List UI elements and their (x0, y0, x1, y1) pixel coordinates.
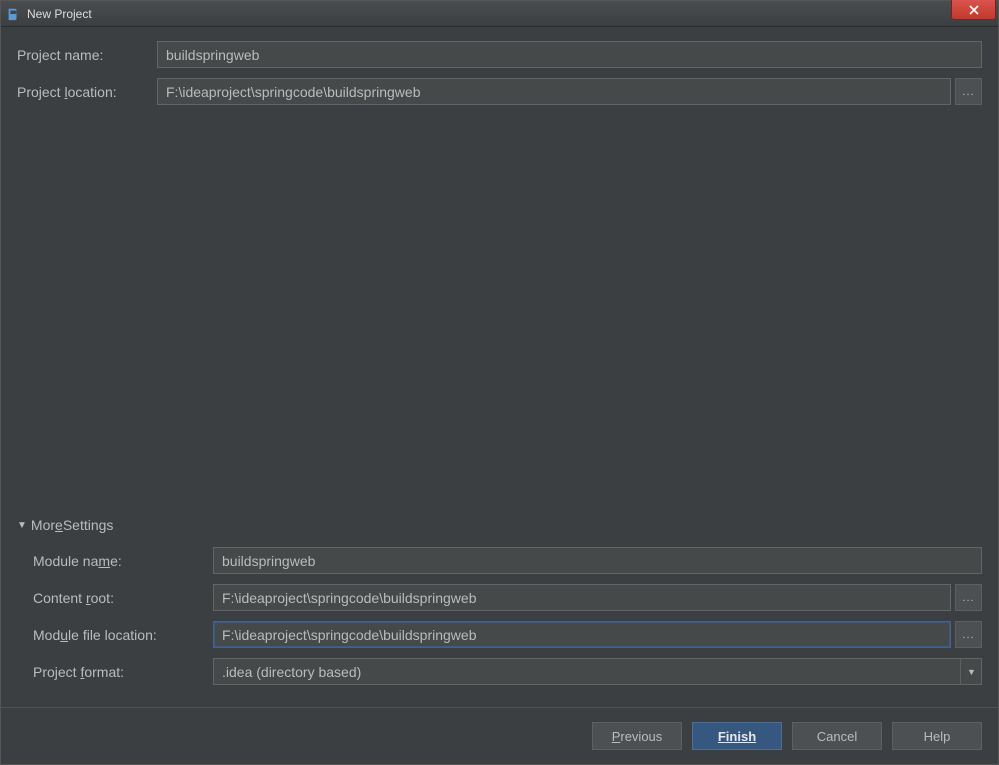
dialog-content: Project name: Project location: ... ▼ Mo… (1, 27, 998, 764)
previous-button[interactable]: Previous (592, 722, 682, 750)
content-root-input[interactable] (213, 584, 951, 611)
module-name-label: Module name: (33, 553, 213, 569)
project-format-label: Project format: (33, 664, 213, 680)
content-root-row: Content root: ... (33, 584, 982, 611)
dialog-buttons: Previous Finish Cancel Help (1, 707, 998, 750)
module-file-location-row: Module file location: ... (33, 621, 982, 648)
project-format-select[interactable]: .idea (directory based) ▼ (213, 658, 982, 685)
project-name-row: Project name: (17, 41, 982, 68)
content-root-label: Content root: (33, 590, 213, 606)
spacer (17, 115, 982, 517)
new-project-dialog: New Project Project name: Project locati… (0, 0, 999, 765)
more-settings-toggle[interactable]: ▼ More Settings (17, 517, 982, 533)
project-format-row: Project format: .idea (directory based) … (33, 658, 982, 685)
project-location-browse-button[interactable]: ... (955, 78, 982, 105)
module-file-location-input[interactable] (213, 621, 951, 648)
project-name-label-text: Project name: (17, 47, 103, 63)
more-settings-body: Module name: Content root: ... Module fi… (17, 547, 982, 685)
project-name-label: Project name: (17, 47, 157, 63)
module-file-location-label: Module file location: (33, 627, 213, 643)
finish-button[interactable]: Finish (692, 722, 782, 750)
chevron-down-icon: ▼ (17, 520, 27, 531)
app-icon (5, 6, 21, 22)
cancel-button[interactable]: Cancel (792, 722, 882, 750)
project-location-input[interactable] (157, 78, 951, 105)
more-settings-section: ▼ More Settings Module name: Content roo… (17, 517, 982, 695)
content-root-browse-button[interactable]: ... (955, 584, 982, 611)
titlebar[interactable]: New Project (1, 1, 998, 27)
close-button[interactable] (951, 0, 996, 20)
project-location-label: Project location: (17, 84, 157, 100)
project-name-input[interactable] (157, 41, 982, 68)
project-format-value: .idea (directory based) (213, 658, 982, 685)
module-file-location-browse-button[interactable]: ... (955, 621, 982, 648)
help-button[interactable]: Help (892, 722, 982, 750)
module-name-row: Module name: (33, 547, 982, 574)
project-location-row: Project location: ... (17, 78, 982, 105)
module-name-input[interactable] (213, 547, 982, 574)
window-title: New Project (27, 7, 92, 21)
